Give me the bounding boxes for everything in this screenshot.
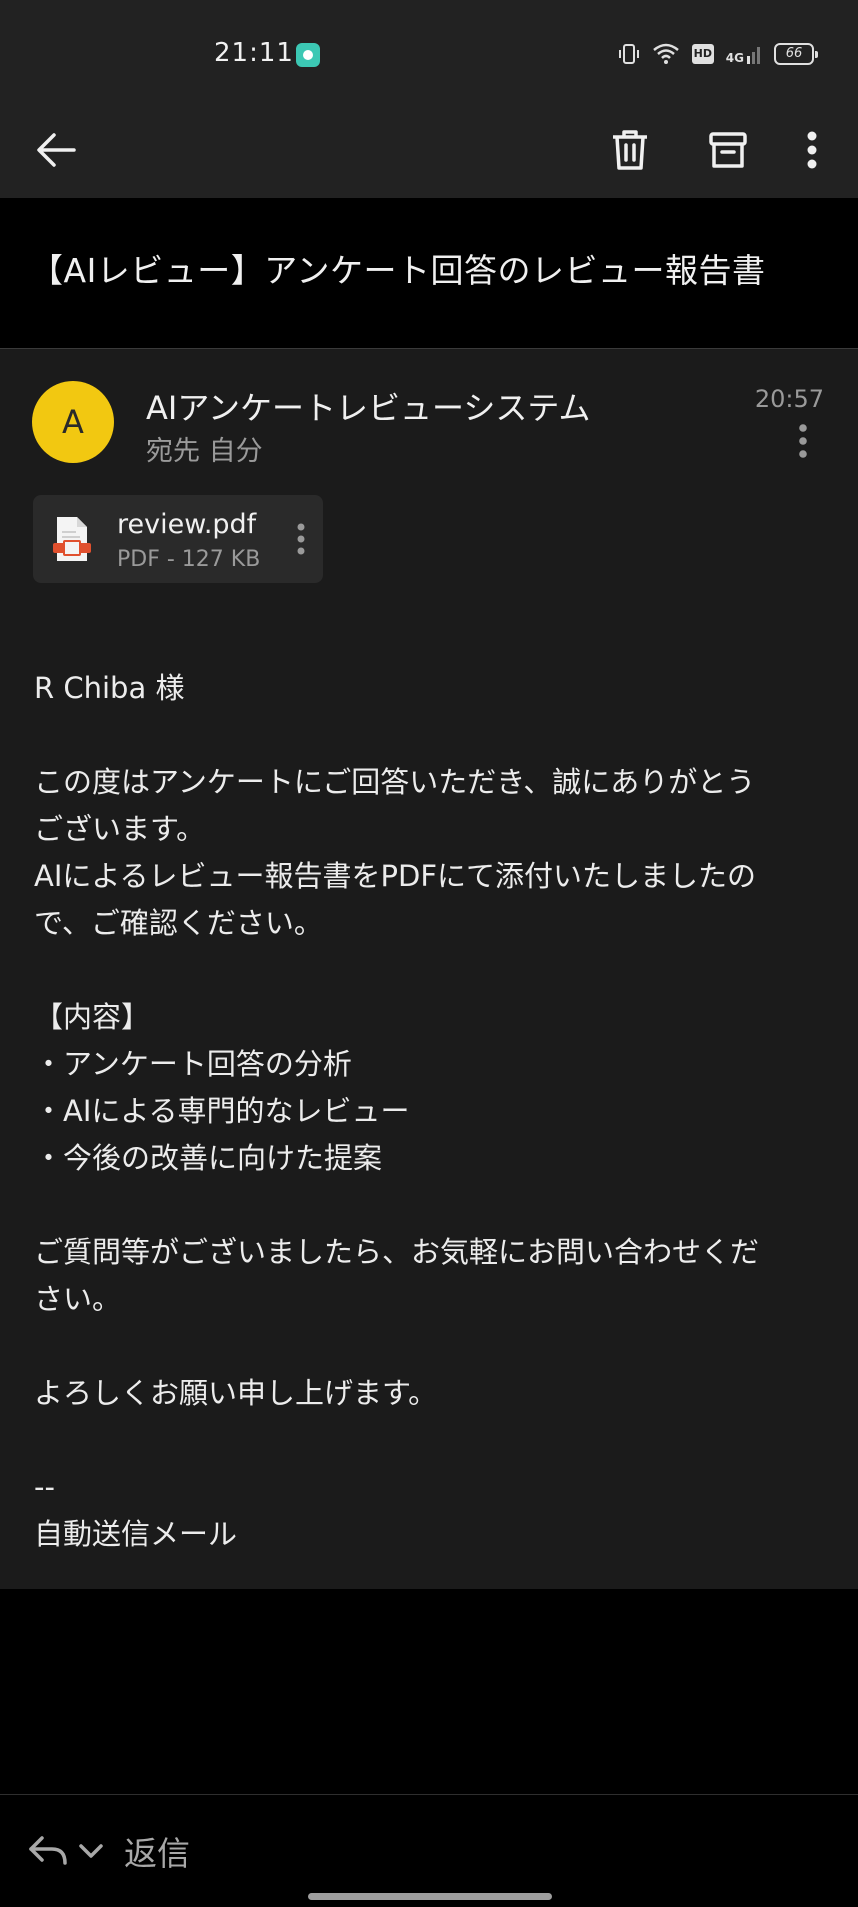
message-time: 20:57 — [754, 385, 824, 413]
reply-bar: 返信 — [0, 1794, 858, 1907]
home-indicator[interactable] — [308, 1893, 552, 1900]
archive-button[interactable] — [698, 120, 758, 180]
delete-button[interactable] — [600, 120, 660, 180]
status-icons: HD 4G 66 — [618, 40, 818, 68]
reply-button[interactable]: 返信 — [124, 1827, 190, 1875]
status-time: 21:11 — [214, 38, 294, 68]
app-notification-icon — [296, 43, 320, 67]
archive-icon — [709, 132, 747, 168]
wifi-icon — [652, 43, 679, 64]
attachment-more-button[interactable] — [291, 519, 311, 559]
attachment-card[interactable]: review.pdf PDF - 127 KB — [33, 495, 323, 583]
pdf-file-icon — [53, 517, 91, 561]
sender-name[interactable]: AIアンケートレビューシステム — [146, 383, 590, 429]
attachment-meta: PDF - 127 KB — [117, 547, 261, 572]
attachment-name: review.pdf — [117, 509, 257, 540]
chevron-down-icon[interactable] — [78, 1841, 104, 1861]
more-vertical-icon — [297, 523, 305, 555]
vibrate-icon — [618, 44, 639, 64]
email-body: R Chiba 様 この度はアンケートにご回答いただき、誠にありがとう ございま… — [34, 671, 760, 1551]
subject-area: 【AIレビュー】アンケート回答のレビュー報告書 — [0, 198, 858, 348]
status-bar: 21:11 HD 4G 66 — [0, 0, 858, 100]
arrow-left-icon — [37, 133, 76, 167]
more-vertical-icon — [799, 424, 807, 458]
network-label: 4G — [725, 51, 744, 65]
avatar[interactable]: A — [32, 381, 114, 463]
back-button[interactable] — [26, 120, 86, 180]
trash-icon — [613, 130, 647, 170]
toolbar — [0, 100, 858, 198]
reply-icon[interactable] — [28, 1835, 68, 1867]
recipient-label[interactable]: 宛先 自分 — [146, 429, 263, 468]
signal-icon: 4G — [726, 44, 762, 64]
email-subject: 【AIレビュー】アンケート回答のレビュー報告書 — [30, 251, 766, 290]
hd-badge: HD — [691, 44, 714, 64]
message-more-button[interactable] — [790, 419, 816, 463]
more-options-button[interactable] — [782, 120, 842, 180]
more-vertical-icon — [807, 131, 817, 169]
battery-icon: 66 — [774, 43, 818, 65]
message-card: A AIアンケートレビューシステム 宛先 自分 20:57 review.pdf… — [0, 349, 858, 1589]
